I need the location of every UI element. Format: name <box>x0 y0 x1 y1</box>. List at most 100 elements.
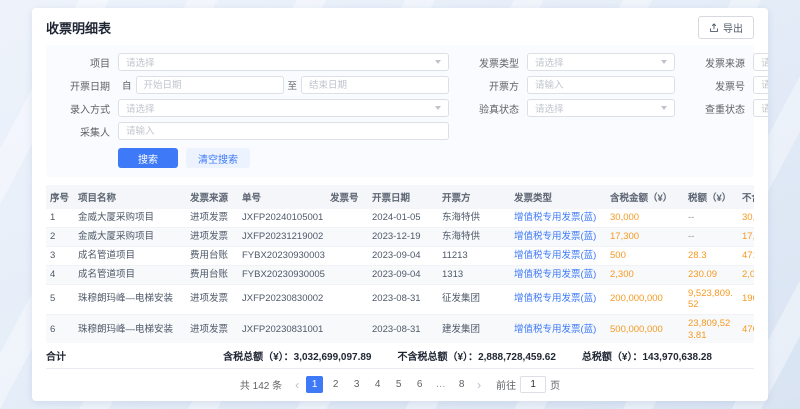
table-row[interactable]: 5珠穆朗玛峰—电梯安装进项发票JXFP202308300022023-08-31… <box>46 284 754 315</box>
table-cell-10: 17,300 <box>738 227 754 246</box>
invoice-source-select[interactable]: 请选择 <box>753 53 768 71</box>
next-page-button[interactable]: › <box>475 378 483 392</box>
page-button-6[interactable]: 6 <box>411 376 428 393</box>
pagination: 共 142 条 ‹ 123456…8 › 前往 页 <box>46 369 754 393</box>
table-cell-5: 2023-09-04 <box>368 246 438 265</box>
page-button-1[interactable]: 1 <box>306 376 323 393</box>
verify-status-label: 验真状态 <box>461 101 519 116</box>
page-button-8[interactable]: 8 <box>453 376 470 393</box>
table-cell-8: 500 <box>606 246 684 265</box>
entry-method-label: 录入方式 <box>52 101 110 116</box>
goto-page: 前往 页 <box>496 376 560 393</box>
verify-status-select-value: 请选择 <box>535 101 564 115</box>
clear-search-button[interactable]: 清空搜索 <box>186 148 250 168</box>
issuer-input[interactable] <box>527 76 675 94</box>
table-scroll-area[interactable]: 序号项目名称发票来源单号发票号开票日期开票方发票类型含税金额（¥）税额（¥）不含… <box>46 185 754 343</box>
table-cell-0: 1 <box>46 209 74 227</box>
page-button-3[interactable]: 3 <box>348 376 365 393</box>
chevron-down-icon <box>661 60 667 64</box>
table-row[interactable]: 6珠穆朗玛峰—电梯安装进项发票JXFP202308310012023-08-31… <box>46 315 754 343</box>
end-date-input[interactable] <box>301 76 449 94</box>
table-row[interactable]: 3成名管道项目费用台账FYBX202309300032023-09-041121… <box>46 246 754 265</box>
table-cell-9: 28.3 <box>684 246 738 265</box>
total-count: 共 142 条 <box>240 377 282 392</box>
table-cell-6: 11213 <box>438 246 510 265</box>
column-header-6: 开票方 <box>438 185 510 209</box>
verify-status-select[interactable]: 请选择 <box>527 99 675 117</box>
table-cell-2: 费用台账 <box>186 265 238 284</box>
table-cell-10: 471.7 <box>738 246 754 265</box>
goto-page-input[interactable] <box>520 376 546 393</box>
filter-grid: 项目 请选择 发票类型 请选择 发票来源 请选择 <box>52 53 748 140</box>
dup-status-select[interactable]: 请选择 <box>753 99 768 117</box>
dup-status-label: 查重状态 <box>687 101 745 116</box>
invoice-report-card: 收票明细表 导出 项目 请选择 <box>32 8 768 401</box>
summary-row: 合计 含税总额（¥）：3,032,699,097.89 不含税总额（¥）：2,8… <box>46 343 754 369</box>
table-cell-10: 190,476,190.48 <box>738 284 754 315</box>
filter-field-invoice-date: 开票日期 自 至 <box>52 76 449 94</box>
page-button-5[interactable]: 5 <box>390 376 407 393</box>
table-cell-4 <box>326 227 368 246</box>
prev-page-button[interactable]: ‹ <box>293 378 301 392</box>
search-button[interactable]: 搜索 <box>118 148 178 168</box>
table-cell-2: 进项发票 <box>186 284 238 315</box>
entry-method-select-value: 请选择 <box>126 101 155 115</box>
table-cell-0: 6 <box>46 315 74 343</box>
table-cell-6: 建发集团 <box>438 315 510 343</box>
export-icon <box>709 23 719 33</box>
table-cell-4 <box>326 315 368 343</box>
invoice-no-input[interactable] <box>753 76 768 94</box>
table-cell-6: 东海特供 <box>438 209 510 227</box>
invoice-date-label: 开票日期 <box>52 78 110 93</box>
table-cell-3: FYBX20230930005 <box>238 265 326 284</box>
invoice-type-label: 发票类型 <box>461 55 519 70</box>
invoice-type-select-value: 请选择 <box>535 55 564 69</box>
goto-suffix: 页 <box>550 377 560 392</box>
total-label: 合计 <box>46 348 66 363</box>
page-background: 收票明细表 导出 项目 请选择 <box>0 0 800 409</box>
table-cell-8: 200,000,000 <box>606 284 684 315</box>
project-select-value: 请选择 <box>126 55 155 69</box>
table-cell-4 <box>326 284 368 315</box>
table-cell-8: 2,300 <box>606 265 684 284</box>
invoice-source-select-value: 请选择 <box>761 55 768 69</box>
filter-field-dup-status: 查重状态 请选择 <box>687 99 768 117</box>
table-cell-3: JXFP20231219002 <box>238 227 326 246</box>
start-date-input[interactable] <box>136 76 284 94</box>
table-cell-8: 500,000,000 <box>606 315 684 343</box>
collector-input[interactable] <box>118 122 449 140</box>
chevron-down-icon <box>661 106 667 110</box>
table-cell-7: 增值税专用发票(蓝) <box>510 265 606 284</box>
table-cell-7: 增值税专用发票(蓝) <box>510 315 606 343</box>
table-cell-1: 金威大厦采购项目 <box>74 209 186 227</box>
table-cell-5: 2023-08-31 <box>368 315 438 343</box>
table-cell-7: 增值税专用发票(蓝) <box>510 227 606 246</box>
project-select[interactable]: 请选择 <box>118 53 449 71</box>
tax-total: 总税额（¥）：143,970,638.28 <box>582 348 712 363</box>
table-cell-4 <box>326 209 368 227</box>
table-header-row: 序号项目名称发票来源单号发票号开票日期开票方发票类型含税金额（¥）税额（¥）不含… <box>46 185 754 209</box>
table-row[interactable]: 1金威大厦采购项目进项发票JXFP202401050012024-01-05东海… <box>46 209 754 227</box>
project-label: 项目 <box>52 55 110 70</box>
export-button[interactable]: 导出 <box>698 16 754 39</box>
table-cell-8: 30,000 <box>606 209 684 227</box>
pager-ellipsis[interactable]: … <box>432 376 449 393</box>
table-row[interactable]: 4成名管道项目费用台账FYBX202309300052023-09-041313… <box>46 265 754 284</box>
table-cell-5: 2023-08-31 <box>368 284 438 315</box>
filter-panel: 项目 请选择 发票类型 请选择 发票来源 请选择 <box>46 45 754 177</box>
column-header-0: 序号 <box>46 185 74 209</box>
column-header-5: 开票日期 <box>368 185 438 209</box>
invoice-type-select[interactable]: 请选择 <box>527 53 675 71</box>
page-button-2[interactable]: 2 <box>327 376 344 393</box>
entry-method-select[interactable]: 请选择 <box>118 99 449 117</box>
filter-field-invoice-no: 发票号 <box>687 76 768 94</box>
page-button-4[interactable]: 4 <box>369 376 386 393</box>
table-cell-9: 9,523,809.52 <box>684 284 738 315</box>
table-cell-3: FYBX20230930003 <box>238 246 326 265</box>
table-cell-3: JXFP20230830002 <box>238 284 326 315</box>
taxed-total: 含税总额（¥）：3,032,699,097.89 <box>223 348 371 363</box>
table-cell-2: 进项发票 <box>186 227 238 246</box>
table-cell-9: -- <box>684 227 738 246</box>
table-row[interactable]: 2金威大厦采购项目进项发票JXFP202312190022023-12-19东海… <box>46 227 754 246</box>
goto-label: 前往 <box>496 377 516 392</box>
